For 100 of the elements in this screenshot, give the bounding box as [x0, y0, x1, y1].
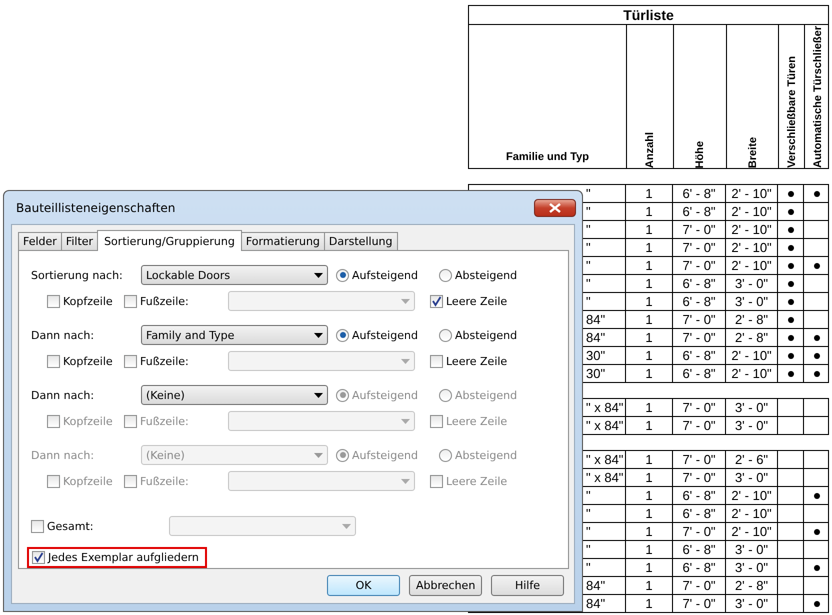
table-cell: 7' - 0"	[682, 257, 716, 274]
footer-dropdown[interactable]	[228, 351, 415, 371]
table-cell: 1	[645, 275, 653, 292]
table-cell: "	[586, 487, 591, 504]
table-cell: 84"	[586, 595, 606, 612]
table-cell: 1	[645, 541, 653, 558]
sort-field-dropdown[interactable]: Lockable Doors	[141, 265, 328, 285]
table-cell: 2' - 10"	[731, 487, 772, 504]
table-cell: 2' - 8"	[734, 329, 768, 346]
column-header: Höhe	[694, 140, 706, 168]
table-cell: "	[586, 221, 591, 238]
table-cell: 7' - 0"	[682, 523, 716, 540]
table-cell: 1	[645, 487, 653, 504]
caret-icon	[314, 392, 323, 398]
tab[interactable]: Formatierung	[240, 232, 325, 250]
sort-order-radio[interactable]: Absteigend	[439, 268, 518, 282]
table-cell: 3' - 0"	[734, 595, 768, 612]
schedule-title: Türliste	[468, 5, 829, 25]
caret-icon	[314, 272, 323, 278]
table-cell: " x 84"	[586, 469, 624, 486]
table-cell: 7' - 0"	[682, 239, 716, 256]
table-cell: 84"	[586, 329, 606, 346]
table-cell: 7' - 0"	[682, 329, 716, 346]
table-cell: 1	[645, 399, 653, 416]
table-cell: "	[586, 523, 591, 540]
caret-icon	[342, 524, 351, 528]
table-cell: 1	[645, 469, 653, 486]
itemize-checkbox[interactable]: Jedes Exemplar aufgliedern	[27, 547, 207, 568]
table-cell: 1	[645, 505, 653, 522]
table-cell: 2' - 6"	[734, 451, 768, 468]
table-cell: 2' - 10"	[731, 239, 772, 256]
table-cell: 2' - 10"	[731, 505, 772, 522]
table-cell: 7' - 0"	[682, 417, 716, 434]
table-cell: 6' - 8"	[682, 293, 716, 310]
footer-checkbox[interactable]: Fußzeile:	[124, 294, 228, 308]
caret-icon	[401, 298, 410, 304]
table-cell: "	[586, 185, 591, 202]
table-cell: 3' - 0"	[734, 417, 768, 434]
sort-field-dropdown[interactable]: (Keine)	[141, 385, 328, 405]
field-label: Dann nach:	[31, 328, 96, 342]
sort-field-dropdown[interactable]: Family and Type	[141, 325, 328, 345]
table-cell: 2' - 10"	[731, 347, 772, 364]
table-cell: 1	[645, 577, 653, 594]
blank-line-checkbox[interactable]: Leere Zeile	[430, 354, 508, 368]
table-cell: 7' - 0"	[682, 469, 716, 486]
table-cell: 1	[645, 311, 653, 328]
table-cell: "	[586, 239, 591, 256]
table-cell: 3' - 0"	[734, 541, 768, 558]
close-icon	[549, 202, 561, 212]
table-cell: 6' - 8"	[682, 487, 716, 504]
table-cell: "	[586, 559, 591, 576]
table-cell: 1	[645, 523, 653, 540]
header-checkbox[interactable]: Kopfzeile	[47, 354, 124, 368]
table-cell: 2' - 10"	[731, 203, 772, 220]
table-cell: 2' - 10"	[731, 221, 772, 238]
total-checkbox[interactable]: Gesamt:	[31, 520, 169, 532]
tab[interactable]: Filter	[60, 232, 98, 250]
table-cell: 1	[645, 257, 653, 274]
sort-order-radio[interactable]: Aufsteigend	[336, 328, 439, 342]
table-cell: 1	[645, 595, 653, 612]
table-cell: 7' - 0"	[682, 399, 716, 416]
footer-dropdown[interactable]	[228, 471, 415, 491]
table-cell: 6' - 8"	[682, 203, 716, 220]
tab[interactable]: Sortierung/Gruppierung	[97, 230, 242, 251]
table-cell: 1	[645, 185, 653, 202]
dialog-button[interactable]: Hilfe	[491, 575, 564, 596]
total-dropdown[interactable]	[169, 516, 356, 536]
table-cell: 2' - 10"	[731, 523, 772, 540]
table-cell: 6' - 8"	[682, 505, 716, 522]
table-cell: 2' - 8"	[734, 311, 768, 328]
tab[interactable]: Darstellung	[324, 232, 398, 250]
table-cell: 3' - 0"	[734, 469, 768, 486]
table-cell: 6' - 8"	[682, 185, 716, 202]
dialog-button[interactable]: Abbrechen	[409, 575, 482, 596]
column-header: Automatische Türschließer	[812, 26, 824, 168]
blank-line-checkbox[interactable]: Leere Zeile	[430, 294, 508, 308]
window-title: Bauteillisteneigenschaften	[16, 200, 176, 214]
footer-dropdown[interactable]	[228, 411, 415, 431]
sort-order-radio[interactable]: Absteigend	[439, 328, 518, 342]
footer-checkbox[interactable]: Fußzeile:	[124, 354, 228, 368]
sort-order-radio[interactable]: Aufsteigend	[336, 268, 439, 282]
tab[interactable]: Felder	[18, 232, 62, 250]
table-cell: 1	[645, 203, 653, 220]
field-label: Sortierung nach:	[31, 268, 124, 282]
table-cell: 1	[645, 221, 653, 238]
table-cell: "	[586, 203, 591, 220]
dialog-button[interactable]: OK	[327, 575, 400, 596]
field-label: Dann nach:	[31, 448, 96, 462]
table-cell: 1	[645, 559, 653, 576]
table-cell: 3' - 0"	[734, 399, 768, 416]
footer-dropdown[interactable]	[228, 291, 415, 311]
table-cell: 6' - 8"	[682, 541, 716, 558]
table-cell: 2' - 8"	[734, 577, 768, 594]
table-cell: 7' - 0"	[682, 221, 716, 238]
close-button[interactable]	[534, 198, 576, 216]
table-cell: 30"	[586, 347, 606, 364]
table-cell: 30"	[586, 365, 606, 382]
table-cell: 84"	[586, 577, 606, 594]
header-checkbox[interactable]: Kopfzeile	[47, 294, 124, 308]
table-cell: 1	[645, 329, 653, 346]
